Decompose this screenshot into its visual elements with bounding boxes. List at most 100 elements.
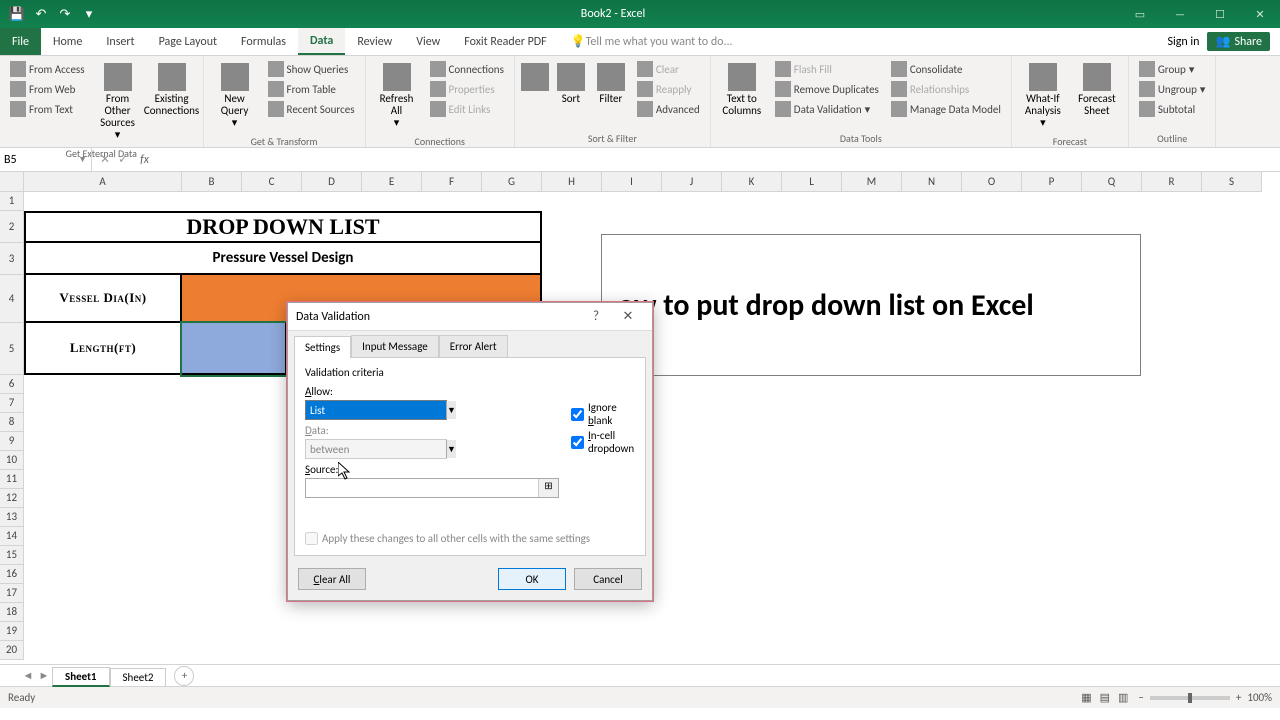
allow-dropdown[interactable]: ▼ <box>305 400 447 420</box>
existing-connections-button[interactable]: Existing Connections <box>147 59 197 121</box>
remove-duplicates-button[interactable]: Remove Duplicates <box>771 79 883 99</box>
col-header-N[interactable]: N <box>902 172 962 192</box>
row-header-4[interactable]: 4 <box>0 275 24 323</box>
ok-button[interactable]: OK <box>498 568 566 590</box>
recent-sources-button[interactable]: Recent Sources <box>264 99 359 119</box>
col-header-R[interactable]: R <box>1142 172 1202 192</box>
cell-b5-selected[interactable] <box>182 323 287 375</box>
from-other-sources-button[interactable]: From Other Sources ▾ <box>93 59 143 145</box>
tell-me-box[interactable]: 💡 Tell me what you want to do... <box>559 28 745 55</box>
sort-az-button[interactable] <box>521 59 549 97</box>
col-header-C[interactable]: C <box>242 172 302 192</box>
save-icon[interactable]: 💾 <box>6 3 28 25</box>
col-header-D[interactable]: D <box>302 172 362 192</box>
cancel-button[interactable]: Cancel <box>574 568 642 590</box>
col-header-H[interactable]: H <box>542 172 602 192</box>
col-header-B[interactable]: B <box>182 172 242 192</box>
row-header-5[interactable]: 5 <box>0 323 24 375</box>
group-button[interactable]: Group ▾ <box>1135 59 1210 79</box>
row-header-3[interactable]: 3 <box>0 243 24 275</box>
row-header-2[interactable]: 2 <box>0 211 24 243</box>
connections-button[interactable]: Connections <box>426 59 508 79</box>
subtotal-button[interactable]: Subtotal <box>1135 99 1210 119</box>
tab-home[interactable]: Home <box>41 28 94 55</box>
view-normal-icon[interactable]: ▦ <box>1077 691 1095 704</box>
dialog-tab-input-message[interactable]: Input Message <box>351 335 439 357</box>
sheet-nav-next-icon[interactable]: ► <box>36 669 52 682</box>
new-sheet-icon[interactable]: + <box>174 666 194 686</box>
select-all-corner[interactable] <box>0 172 24 192</box>
row-header-20[interactable]: 20 <box>0 641 24 660</box>
chevron-down-icon[interactable]: ▼ <box>446 401 456 419</box>
col-header-F[interactable]: F <box>422 172 482 192</box>
col-header-O[interactable]: O <box>962 172 1022 192</box>
view-page-break-icon[interactable]: ▥ <box>1114 691 1132 704</box>
col-header-E[interactable]: E <box>362 172 422 192</box>
row-header-9[interactable]: 9 <box>0 432 24 451</box>
ignore-blank-checkbox[interactable]: Ignore blank <box>571 401 635 427</box>
col-header-K[interactable]: K <box>722 172 782 192</box>
col-header-G[interactable]: G <box>482 172 542 192</box>
zoom-out-icon[interactable]: − <box>1132 691 1149 704</box>
allow-value[interactable] <box>306 401 446 419</box>
row-header-18[interactable]: 18 <box>0 603 24 622</box>
worksheet-grid[interactable]: ABCDEFGHIJKLMNOPQRS 12345678910111213141… <box>0 172 1280 664</box>
col-header-L[interactable]: L <box>782 172 842 192</box>
tab-view[interactable]: View <box>404 28 452 55</box>
dialog-tab-settings[interactable]: Settings <box>294 336 351 358</box>
row-header-1[interactable]: 1 <box>0 192 24 211</box>
tab-insert[interactable]: Insert <box>94 28 146 55</box>
filter-button[interactable]: Filter <box>593 59 629 109</box>
share-button[interactable]: 👥 Share <box>1207 32 1270 51</box>
fx-icon[interactable]: fx <box>136 153 153 167</box>
col-header-Q[interactable]: Q <box>1082 172 1142 192</box>
dialog-tab-error-alert[interactable]: Error Alert <box>439 335 508 357</box>
cell-vessel-dia[interactable]: Vessel Dia(In) <box>24 275 182 323</box>
cell-subtitle[interactable]: Pressure Vessel Design <box>24 243 542 275</box>
tab-review[interactable]: Review <box>345 28 404 55</box>
from-table-button[interactable]: From Table <box>264 79 359 99</box>
sheet-tab-1[interactable]: Sheet1 <box>52 667 110 687</box>
row-header-15[interactable]: 15 <box>0 546 24 565</box>
clear-all-button[interactable]: Clear All <box>298 568 366 590</box>
col-header-J[interactable]: J <box>662 172 722 192</box>
sort-button[interactable]: Sort <box>553 59 589 109</box>
ribbon-options-icon[interactable]: ▭ <box>1120 0 1160 28</box>
tab-data[interactable]: Data <box>298 28 345 55</box>
range-selector-icon[interactable]: ⊞ <box>538 479 558 497</box>
forecast-sheet-button[interactable]: Forecast Sheet <box>1072 59 1122 121</box>
col-header-S[interactable]: S <box>1202 172 1262 192</box>
manage-data-model-button[interactable]: Manage Data Model <box>887 99 1005 119</box>
refresh-all-button[interactable]: Refresh All ▾ <box>372 59 422 133</box>
ungroup-button[interactable]: Ungroup ▾ <box>1135 79 1210 99</box>
what-if-button[interactable]: What-If Analysis ▾ <box>1018 59 1068 133</box>
close-window-icon[interactable]: ✕ <box>1240 0 1280 28</box>
cancel-formula-icon[interactable]: ✕ <box>100 152 110 167</box>
new-query-button[interactable]: New Query ▾ <box>210 59 260 133</box>
zoom-level[interactable]: 100% <box>1247 691 1272 704</box>
sheet-nav-prev-icon[interactable]: ◄ <box>20 669 36 682</box>
text-to-columns-button[interactable]: Text to Columns <box>717 59 767 121</box>
zoom-slider[interactable] <box>1150 696 1230 700</box>
row-header-7[interactable]: 7 <box>0 394 24 413</box>
cell-length[interactable]: Length(ft) <box>24 323 182 375</box>
zoom-in-icon[interactable]: + <box>1230 691 1247 704</box>
row-header-17[interactable]: 17 <box>0 584 24 603</box>
col-header-I[interactable]: I <box>602 172 662 192</box>
redo-icon[interactable]: ↷ <box>54 3 76 25</box>
tab-formulas[interactable]: Formulas <box>229 28 298 55</box>
consolidate-button[interactable]: Consolidate <box>887 59 1005 79</box>
row-header-13[interactable]: 13 <box>0 508 24 527</box>
qat-customize-icon[interactable]: ▾ <box>78 3 100 25</box>
source-input[interactable] <box>306 479 538 497</box>
row-header-16[interactable]: 16 <box>0 565 24 584</box>
data-validation-button[interactable]: Data Validation ▾ <box>771 99 883 119</box>
from-text-button[interactable]: From Text <box>6 99 89 119</box>
sheet-tab-2[interactable]: Sheet2 <box>110 668 167 686</box>
in-cell-dropdown-checkbox[interactable]: In-cell dropdown <box>571 429 635 455</box>
row-header-19[interactable]: 19 <box>0 622 24 641</box>
sign-in-link[interactable]: Sign in <box>1167 35 1199 49</box>
col-header-A[interactable]: A <box>24 172 182 192</box>
name-box[interactable]: B5▼ <box>0 148 92 171</box>
from-access-button[interactable]: From Access <box>6 59 89 79</box>
